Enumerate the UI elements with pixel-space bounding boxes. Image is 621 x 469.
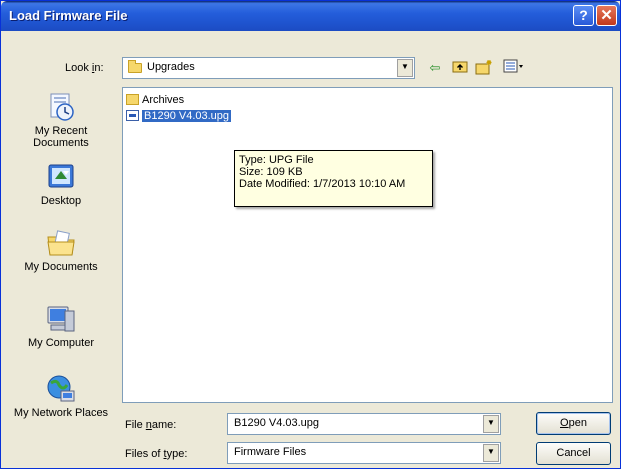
place-label: My Network Places xyxy=(13,407,109,419)
title-bar[interactable]: Load Firmware File ? ✕ xyxy=(1,1,620,31)
window-title: Load Firmware File xyxy=(9,8,128,23)
back-icon[interactable]: ⇦ xyxy=(426,59,444,77)
place-network-places[interactable]: My Network Places xyxy=(9,373,113,419)
place-label: My Recent Documents xyxy=(33,125,89,149)
desktop-icon xyxy=(45,161,77,193)
my-documents-icon xyxy=(45,227,77,259)
recent-documents-icon xyxy=(45,91,77,123)
list-item-label: Archives xyxy=(142,94,185,106)
place-recent-documents[interactable]: My Recent Documents xyxy=(9,91,113,149)
up-folder-icon[interactable] xyxy=(451,59,469,77)
file-list[interactable]: Archives B1290 V4.03.upg xyxy=(122,87,613,403)
files-of-type-value: Firmware Files xyxy=(234,446,307,458)
help-button[interactable]: ? xyxy=(573,5,594,26)
dropdown-arrow-icon[interactable]: ▼ xyxy=(483,444,499,462)
look-in-label: Look in: xyxy=(65,62,104,74)
files-of-type-dropdown[interactable]: Firmware Files ▼ xyxy=(227,442,501,464)
list-item-label: B1290 V4.03.upg xyxy=(142,110,232,122)
place-desktop[interactable]: Desktop xyxy=(9,161,113,207)
list-item-firmware-file[interactable]: B1290 V4.03.upg xyxy=(125,109,232,123)
upg-file-icon xyxy=(126,110,139,121)
tooltip-type: Type: UPG File xyxy=(239,154,314,166)
place-my-documents[interactable]: My Documents xyxy=(9,227,113,273)
look-in-dropdown[interactable]: Upgrades ▼ xyxy=(122,57,415,79)
load-firmware-dialog: Load Firmware File ? ✕ Look in: Upgrades… xyxy=(0,0,621,469)
file-info-tooltip: Type: UPG File Size: 109 KB Date Modifie… xyxy=(234,150,433,207)
close-button[interactable]: ✕ xyxy=(596,5,617,26)
folder-icon xyxy=(128,60,142,73)
file-name-value: B1290 V4.03.upg xyxy=(234,417,320,429)
place-my-computer[interactable]: My Computer xyxy=(9,303,113,349)
place-label: My Computer xyxy=(27,337,95,349)
place-label: Desktop xyxy=(40,195,82,207)
my-computer-icon xyxy=(45,303,77,335)
new-folder-icon[interactable] xyxy=(475,59,493,77)
folder-icon xyxy=(126,94,139,105)
network-places-icon xyxy=(45,373,77,405)
file-name-label: File name: xyxy=(125,419,177,431)
tooltip-size: Size: 109 KB xyxy=(239,166,303,178)
dropdown-arrow-icon[interactable]: ▼ xyxy=(483,415,499,433)
open-button[interactable]: Open xyxy=(536,412,611,435)
tooltip-date-modified: Date Modified: 1/7/2013 10:10 AM xyxy=(239,178,406,190)
place-label: My Documents xyxy=(24,261,98,273)
dropdown-arrow-icon[interactable]: ▼ xyxy=(397,59,413,77)
files-of-type-label: Files of type: xyxy=(125,448,188,460)
cancel-button[interactable]: Cancel xyxy=(536,442,611,465)
file-name-field[interactable]: B1290 V4.03.upg ▼ xyxy=(227,413,501,435)
list-item-archives[interactable]: Archives xyxy=(125,93,184,107)
look-in-value: Upgrades xyxy=(147,61,195,73)
view-menu-icon[interactable] xyxy=(503,59,523,77)
